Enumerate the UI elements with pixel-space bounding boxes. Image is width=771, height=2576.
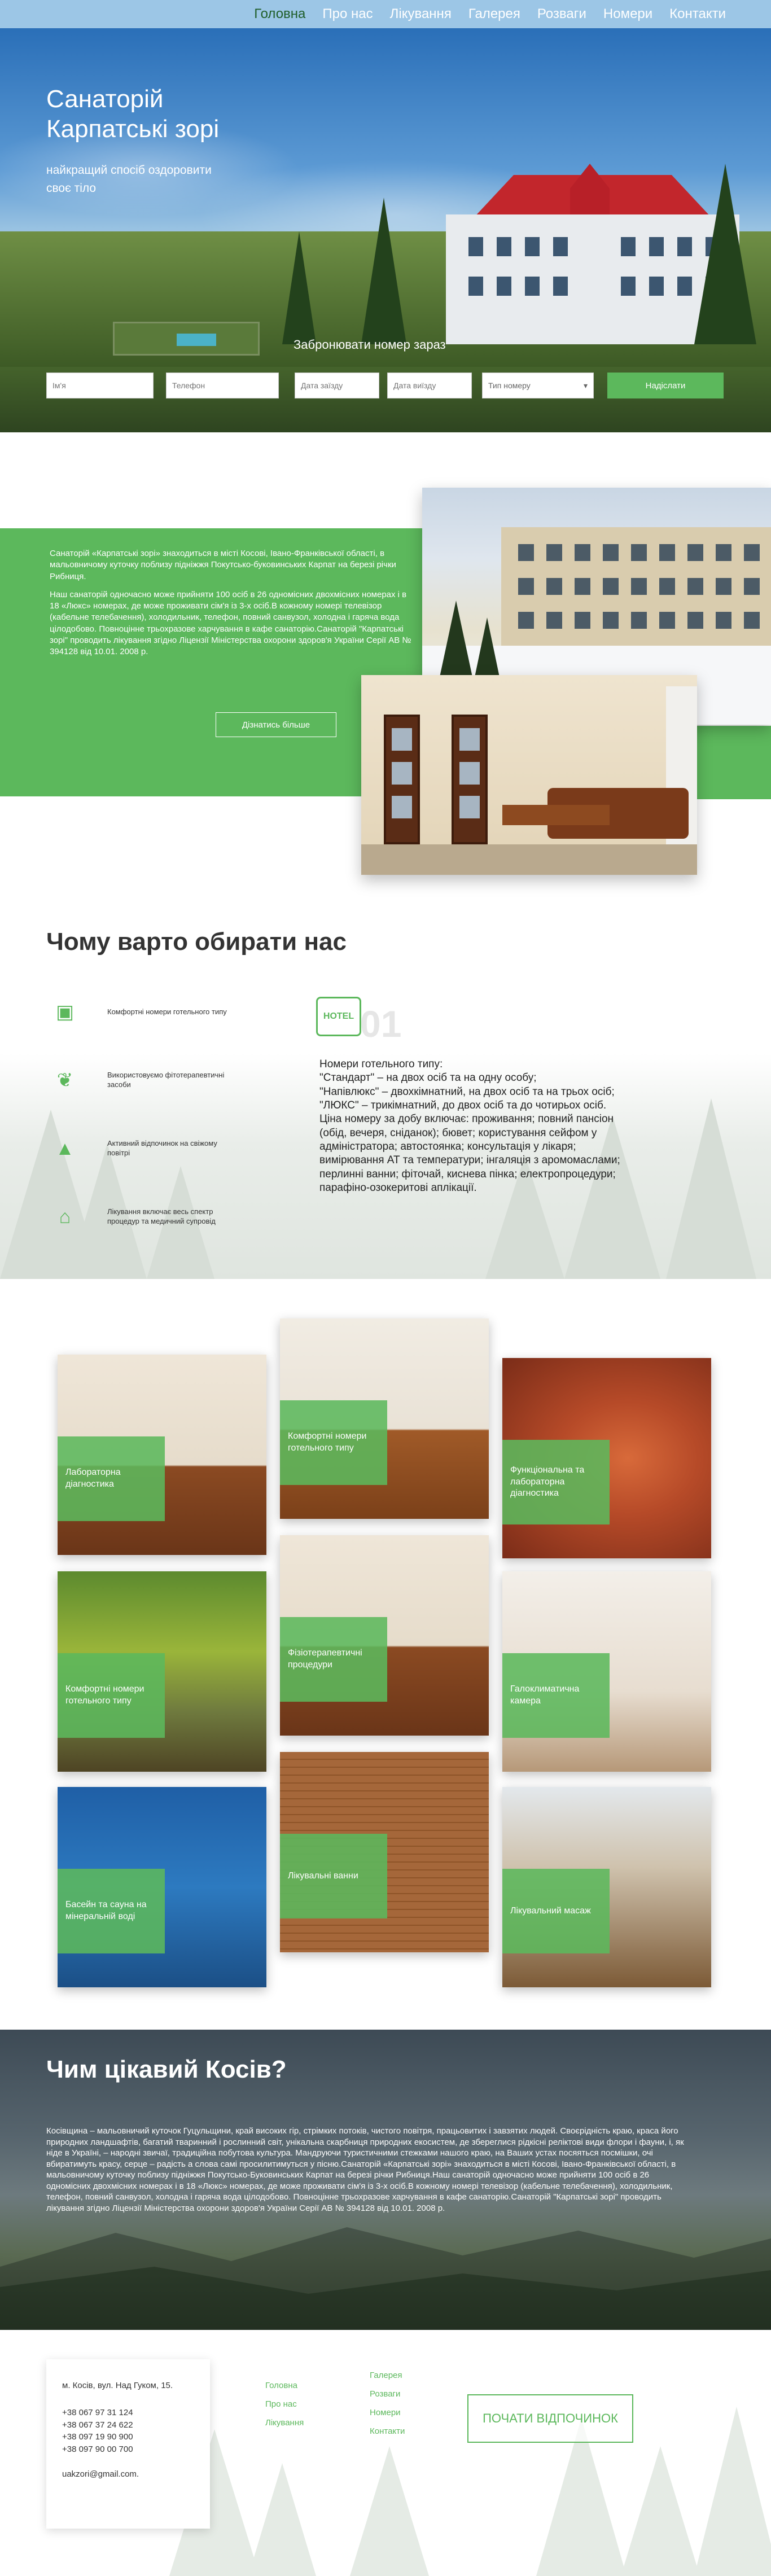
- rooms-line: "Напівлюкс" – двохкімнатний, на двох осі…: [319, 1085, 615, 1098]
- footer-link-entertainment[interactable]: Розваги: [370, 2389, 405, 2399]
- feature-text: Використовуємо фітотерапевтичні засоби: [107, 1071, 225, 1089]
- about-paragraph-1: Санаторій «Карпатські зорі» знаходиться …: [50, 549, 396, 581]
- hotel-icon: ▣: [55, 1001, 75, 1023]
- feature-item: ▲ Активний відпочинок на свіжому повітрі: [51, 1134, 231, 1163]
- feature-item: ❦ Використовуємо фітотерапевтичні засоби: [51, 1066, 231, 1094]
- room-type-value: Тип номеру: [488, 381, 531, 390]
- feature-counter: 01: [360, 1003, 402, 1045]
- footer-link-treatment[interactable]: Лікування: [265, 2418, 304, 2428]
- nav-item-contacts[interactable]: Контакти: [669, 6, 726, 22]
- gallery-card[interactable]: Лікувальні ванни: [280, 1752, 489, 1952]
- checkin-date-input[interactable]: [295, 373, 379, 398]
- gallery-card-label: Лабораторна діагностика: [58, 1436, 165, 1521]
- hero-tagline: найкращий спосіб оздоровити своє тіло: [46, 164, 212, 195]
- hero-section: Санаторій Карпатські зорі найкращий спос…: [0, 28, 771, 432]
- gallery-section: Лабораторна діагностика Комфортні номери…: [0, 1279, 771, 2030]
- gallery-card[interactable]: Комфортні номери готельного типу: [280, 1318, 489, 1519]
- footer-link-contacts[interactable]: Контакти: [370, 2426, 405, 2436]
- leaves-icon: ❦: [56, 1070, 73, 1091]
- checkout-date-input[interactable]: [387, 373, 472, 398]
- phone-number[interactable]: +38 067 97 31 124: [62, 2407, 194, 2419]
- nav-item-entertainment[interactable]: Розваги: [537, 6, 586, 22]
- kosiv-section: Чим цікавий Косів? Косівщина – мальовнич…: [0, 2030, 771, 2330]
- booking-form: Тип номеру ▾ Надіслати: [46, 373, 724, 401]
- basket-icon: ⌂: [59, 1206, 71, 1228]
- feature-text: Активний відпочинок на свіжому повітрі: [107, 1139, 217, 1157]
- contact-card: м. Косів, вул. Над Гуком, 15. +38 067 97…: [46, 2359, 210, 2529]
- address: м. Косів, вул. Над Гуком, 15.: [62, 2381, 173, 2390]
- footer: м. Косів, вул. Над Гуком, 15. +38 067 97…: [0, 2330, 771, 2576]
- feature-item: ⌂ Лікування включає весь спектр процедур…: [51, 1203, 231, 1231]
- phone-number[interactable]: +38 067 37 24 622: [62, 2419, 194, 2432]
- hotel-sign-icon: HOTEL: [316, 997, 361, 1036]
- learn-more-button[interactable]: Дізнатись більше: [216, 712, 336, 737]
- gallery-card-label: Галоклиматична камера: [502, 1653, 610, 1738]
- footer-link-gallery[interactable]: Галерея: [370, 2371, 405, 2380]
- gallery-card-label: Функціональна та лабораторна діагностика: [502, 1440, 610, 1524]
- feature-text: Комфортні номери готельного типу: [107, 1007, 227, 1016]
- rooms-line: "ЛЮКС" – трикімнатний, до двох осіб та д…: [319, 1099, 607, 1111]
- nav-item-rooms[interactable]: Номери: [603, 6, 652, 22]
- nav-item-treatment[interactable]: Лікування: [390, 6, 452, 22]
- gallery-card[interactable]: Лабораторна діагностика: [58, 1355, 266, 1555]
- gallery-card-label: Лікувальні ванни: [280, 1834, 387, 1918]
- nav-item-gallery[interactable]: Галерея: [468, 6, 520, 22]
- submit-booking-button[interactable]: Надіслати: [607, 373, 724, 398]
- gallery-card[interactable]: Фізіотерапевтичні процедури: [280, 1535, 489, 1736]
- about-text: Санаторій «Карпатські зорі» знаходиться …: [50, 548, 417, 664]
- footer-link-about[interactable]: Про нас: [265, 2399, 304, 2409]
- footer-nav-column: Головна Про нас Лікування: [265, 2381, 304, 2437]
- gallery-card[interactable]: Лікувальний масаж: [502, 1787, 711, 1987]
- gallery-card-label: Басейн та сауна на мінеральній воді: [58, 1869, 165, 1953]
- gallery-card-label: Лікувальний масаж: [502, 1869, 610, 1953]
- nav-item-about[interactable]: Про нас: [322, 6, 373, 22]
- rooms-line: Номери готельного типу:: [319, 1058, 443, 1070]
- phone-number[interactable]: +38 097 90 00 700: [62, 2443, 194, 2456]
- gallery-card-label: Комфортні номери готельного типу: [280, 1400, 387, 1485]
- gallery-card[interactable]: Функціональна та лабораторна діагностика: [502, 1358, 711, 1558]
- email-link[interactable]: uakzori@gmail.com.: [62, 2468, 194, 2481]
- rooms-line: Ціна номеру за добу включає: проживання;…: [319, 1113, 620, 1194]
- room-interior-photo: [361, 675, 697, 875]
- name-input[interactable]: [46, 373, 154, 398]
- room-type-select[interactable]: Тип номеру ▾: [482, 373, 594, 398]
- why-title: Чому варто обирати нас: [46, 928, 347, 956]
- hero-pool: [113, 322, 260, 356]
- footer-nav-column: Галерея Розваги Номери Контакти: [370, 2371, 405, 2445]
- forest-background: [350, 2446, 429, 2576]
- chevron-down-icon: ▾: [583, 380, 588, 390]
- nav-item-home[interactable]: Головна: [254, 6, 305, 22]
- gallery-card-label: Фізіотерапевтичні процедури: [280, 1617, 387, 1702]
- gallery-card[interactable]: Галоклиматична камера: [502, 1571, 711, 1772]
- phone-number[interactable]: +38 097 19 90 900: [62, 2431, 194, 2443]
- mountains-icon: ▲: [55, 1138, 75, 1159]
- rooms-description: Номери готельного типу: "Стандарт" – на …: [319, 1058, 636, 1195]
- forest-background: [621, 2446, 700, 2576]
- kosiv-text: Косівщина – мальовничий куточок Гуцульщи…: [46, 2126, 684, 2213]
- footer-link-home[interactable]: Головна: [265, 2381, 304, 2390]
- forest-background: [694, 2407, 771, 2576]
- gallery-card[interactable]: Комфортні номери готельного типу: [58, 1571, 266, 1772]
- start-vacation-button[interactable]: ПОЧАТИ ВІДПОЧИНОК: [467, 2394, 633, 2443]
- about-green-accent: [697, 726, 771, 799]
- rooms-line: "Стандарт" – на двох осіб та на одну осо…: [319, 1072, 537, 1084]
- why-choose-us-section: Чому варто обирати нас ▣ Комфортні номер…: [0, 912, 771, 1279]
- feature-text: Лікування включає весь спектр процедур т…: [107, 1207, 216, 1225]
- feature-item: ▣ Комфортні номери готельного типу: [51, 998, 231, 1026]
- about-paragraph-2: Наш санаторій одночасно може прийняти 10…: [50, 589, 411, 656]
- booking-title: Забронювати номер зараз: [293, 338, 446, 352]
- hero-title: Санаторій Карпатські зорі: [46, 85, 220, 143]
- phone-input[interactable]: [166, 373, 279, 398]
- gallery-card[interactable]: Басейн та сауна на мінеральній воді: [58, 1787, 266, 1987]
- forest-background: [248, 2463, 316, 2576]
- top-navigation: Головна Про нас Лікування Галерея Розваг…: [0, 0, 771, 28]
- kosiv-title: Чим цікавий Косів?: [46, 2056, 287, 2083]
- about-section: Санаторій «Карпатські зорі» знаходиться …: [0, 432, 771, 912]
- footer-link-rooms[interactable]: Номери: [370, 2408, 405, 2417]
- gallery-card-label: Комфортні номери готельного типу: [58, 1653, 165, 1738]
